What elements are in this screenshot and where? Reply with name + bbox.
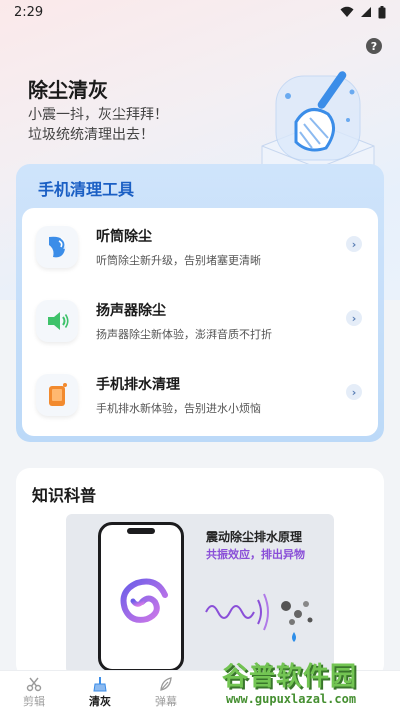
tool-row-speaker[interactable]: 扬声器除尘 扬声器除尘新体验，澎湃音质不打折 › [22,286,378,358]
knowledge-card: 知识科普 震动除尘排水原理 共振效应，排出异物 [16,468,384,678]
tool-name: 听筒除尘 [96,229,152,245]
knowledge-title: 知识科普 [32,486,97,505]
tab-danmaku[interactable]: 弹幕 [136,671,196,712]
signal-icon [361,7,371,17]
tab-label: 剪辑 [23,694,45,708]
subtitle-line-2: 垃圾统统清理出去！ [28,127,154,143]
page-title: 除尘清灰 [28,78,108,102]
water-drain-icon [36,374,78,416]
speaker-icon [36,300,78,342]
chevron-right-icon[interactable]: › [346,384,362,400]
tab-label: 弹幕 [155,694,177,708]
scissors-icon [26,677,42,691]
status-time: 2:29 [14,4,44,20]
site-watermark: 谷普软件园 www.gupuxlazal.com [222,656,398,712]
tool-desc: 手机排水新体验，告别进水小烦恼 [96,402,261,415]
tool-desc: 扬声器除尘新体验，澎湃音质不打折 [96,328,272,341]
battery-icon [378,5,386,18]
watermark-name: 谷普软件园 [222,662,358,692]
help-icon[interactable]: ? [366,38,382,54]
phone-notch [127,528,155,534]
watermark-url: www.gupuxlazal.com [226,692,357,706]
earpiece-icon [36,226,78,268]
feather-icon [160,676,172,691]
status-icons [340,5,386,19]
phone-cleaning-tools-card: 手机清理工具 听筒除尘 听筒除尘新升级，告别堵塞更清晰 › 扬声器除尘 扬声器除… [16,164,384,442]
subtitle-line-1: 小震一抖，灰尘拜拜！ [28,107,168,123]
sound-wave-debris-icon [205,593,313,642]
status-bar: 2:29 [0,0,400,24]
principle-title: 震动除尘排水原理 [206,530,303,544]
wifi-icon [340,6,354,17]
principle-illustration: 震动除尘排水原理 共振效应，排出异物 [66,514,334,674]
tool-row-water-drain[interactable]: 手机排水清理 手机排水新体验，告别进水小烦恼 › [22,360,378,432]
chevron-right-icon[interactable]: › [346,236,362,252]
tool-name: 扬声器除尘 [96,303,166,319]
chevron-right-icon[interactable]: › [346,310,362,326]
tool-name: 手机排水清理 [96,377,180,393]
principle-subtitle: 共振效应，排出异物 [206,548,305,561]
tools-title: 手机清理工具 [38,180,135,199]
tab-clean[interactable]: 清灰 [70,671,130,712]
tool-desc: 听筒除尘新升级，告别堵塞更清晰 [96,254,261,267]
tool-row-earpiece[interactable]: 听筒除尘 听筒除尘新升级，告别堵塞更清晰 › [22,212,378,284]
tools-list: 听筒除尘 听筒除尘新升级，告别堵塞更清晰 › 扬声器除尘 扬声器除尘新体验，澎湃… [22,208,378,436]
vibration-spiral-icon [120,578,168,623]
tab-edit[interactable]: 剪辑 [4,671,64,712]
broom-icon [93,676,107,691]
phone-illustration [98,522,184,672]
tab-label: 清灰 [89,694,111,708]
